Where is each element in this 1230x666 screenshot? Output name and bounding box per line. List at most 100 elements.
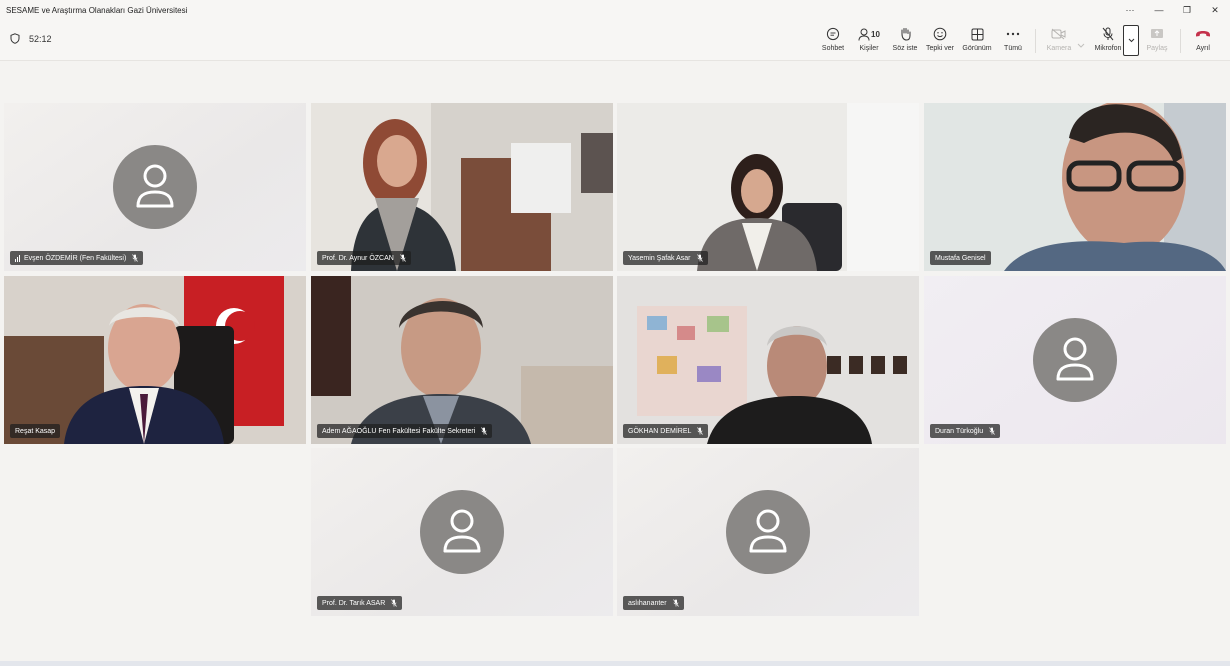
participant-nametag: aslıhananter (623, 596, 684, 610)
participant-tile[interactable]: aslıhananter (617, 448, 919, 616)
mic-muted-icon (989, 427, 995, 435)
smiley-icon (933, 27, 947, 41)
avatar (420, 490, 504, 574)
raise-hand-label: Söz iste (892, 45, 918, 52)
participant-name: Mustafa Genisel (935, 254, 986, 262)
share-button[interactable]: Paylaş (1144, 26, 1170, 56)
participant-nametag: Adem AĞAOĞLU Fen Fakültesi Fakülte Sekre… (317, 424, 493, 438)
participant-nametag: GÖKHAN DEMİREL (623, 424, 709, 438)
camera-off-icon (1051, 28, 1066, 40)
title-bar: SESAME ve Araştırma Olanakları Gazi Üniv… (0, 0, 1230, 20)
meeting-toolbar: 52:12 Sohbet 10 Kişiler Söz iste Tepki v… (0, 20, 1230, 61)
participant-video (311, 276, 613, 444)
mic-muted-icon (697, 427, 704, 435)
participant-tile[interactable]: Evşen ÖZDEMİR (Fen Fakültesi) (4, 103, 306, 271)
participant-nametag: Prof. Dr. Tarık ASAR (317, 596, 403, 610)
participant-video (617, 103, 919, 271)
more-actions-label: Tümü (1004, 45, 1022, 52)
grid-icon (971, 28, 983, 40)
people-label: Kişiler (859, 45, 879, 52)
mic-muted-icon (132, 254, 139, 262)
participant-name: Duran Türkoğlu (935, 427, 984, 435)
leave-label: Ayrıl (1196, 45, 1210, 52)
participant-tile[interactable]: Prof. Dr. Tarık ASAR (311, 448, 613, 616)
participant-tile-active-speaker[interactable]: Mustafa Genisel (924, 103, 1226, 271)
participant-nametag: Duran Türkoğlu (930, 424, 1001, 438)
participant-name: GÖKHAN DEMİREL (628, 427, 692, 435)
window-title: SESAME ve Araştırma Olanakları Gazi Üniv… (6, 5, 188, 15)
mic-muted-icon (400, 254, 406, 262)
participant-nametag: Yasemin Şafak Asar (623, 251, 708, 265)
taskbar-edge (0, 661, 1230, 666)
participant-name: aslıhananter (628, 599, 667, 607)
timer-text: 52:12 (29, 33, 52, 44)
participant-name: Prof. Dr. Tarık ASAR (322, 599, 386, 607)
toolbar-divider (1180, 29, 1181, 53)
camera-options-chevron-icon[interactable] (1077, 35, 1085, 53)
mic-muted-icon (696, 254, 703, 262)
hand-icon (901, 28, 910, 41)
toolbar-divider (1035, 29, 1036, 53)
react-button[interactable]: Tepki ver (924, 26, 956, 56)
participant-name: Evşen ÖZDEMİR (Fen Fakültesi) (24, 254, 127, 262)
person-icon (443, 509, 481, 553)
meeting-timer: 52:12 (10, 33, 52, 44)
signal-icon (15, 254, 20, 262)
more-actions-button[interactable]: Tümü (999, 26, 1027, 56)
mic-label: Mikrofon (1094, 45, 1122, 52)
person-icon (749, 509, 787, 553)
view-label: Görünüm (962, 45, 992, 52)
participant-tile[interactable]: Prof. Dr. Aynur ÖZCAN (311, 103, 613, 271)
chat-icon (826, 27, 840, 41)
share-screen-icon (1151, 29, 1163, 38)
more-dots-icon (1006, 32, 1020, 36)
people-count: 10 (871, 29, 880, 39)
minimize-button[interactable]: — (1145, 0, 1173, 20)
react-label: Tepki ver (925, 45, 954, 52)
participant-tile[interactable]: Yasemin Şafak Asar (617, 103, 919, 271)
chat-label: Sohbet (821, 45, 845, 52)
participant-tile[interactable]: GÖKHAN DEMİREL (617, 276, 919, 444)
leave-button[interactable]: Ayrıl (1190, 26, 1216, 56)
avatar (113, 145, 197, 229)
chevron-down-icon (1128, 38, 1134, 43)
participant-nametag: Reşat Kasap (10, 424, 61, 438)
participant-name: Reşat Kasap (15, 427, 56, 435)
participant-video (924, 103, 1226, 271)
restore-button[interactable]: ❐ (1173, 0, 1201, 20)
avatar (1033, 318, 1117, 402)
shield-icon (10, 33, 20, 44)
mic-muted-icon (672, 599, 679, 607)
mic-button[interactable]: Mikrofon (1092, 26, 1124, 56)
participant-nametag: Prof. Dr. Aynur ÖZCAN (317, 251, 411, 265)
share-label: Paylaş (1146, 45, 1168, 52)
participant-tile[interactable]: Reşat Kasap (4, 276, 306, 444)
participant-tile[interactable]: Adem AĞAOĞLU Fen Fakültesi Fakülte Sekre… (311, 276, 613, 444)
people-button[interactable]: 10 Kişiler (854, 26, 884, 56)
participant-tile[interactable]: Duran Türkoğlu (924, 276, 1226, 444)
avatar (726, 490, 810, 574)
mic-muted-icon (391, 599, 398, 607)
mic-muted-icon (481, 427, 488, 435)
close-button[interactable]: ✕ (1201, 0, 1229, 20)
participant-name: Prof. Dr. Aynur ÖZCAN (322, 254, 394, 262)
person-icon (1056, 337, 1094, 381)
participant-video (311, 103, 613, 271)
participant-name: Yasemin Şafak Asar (628, 254, 691, 262)
camera-label: Kamera (1046, 45, 1072, 52)
participant-name: Adem AĞAOĞLU Fen Fakültesi Fakülte Sekre… (322, 427, 476, 435)
window-more-button[interactable]: ··· (1116, 0, 1144, 20)
participant-nametag: Evşen ÖZDEMİR (Fen Fakültesi) (10, 251, 144, 265)
view-button[interactable]: Görünüm (960, 26, 994, 56)
mic-off-icon (1102, 27, 1114, 41)
chat-button[interactable]: Sohbet (818, 26, 848, 56)
participant-nametag: Mustafa Genisel (930, 251, 991, 265)
camera-button[interactable]: Kamera (1044, 26, 1074, 56)
raise-hand-button[interactable]: Söz iste (890, 26, 920, 56)
people-icon (858, 28, 870, 41)
participant-video (617, 276, 919, 444)
participant-video (4, 276, 306, 444)
mic-options-dropdown[interactable] (1123, 25, 1139, 56)
person-icon (136, 164, 174, 208)
hang-up-icon (1196, 31, 1210, 37)
